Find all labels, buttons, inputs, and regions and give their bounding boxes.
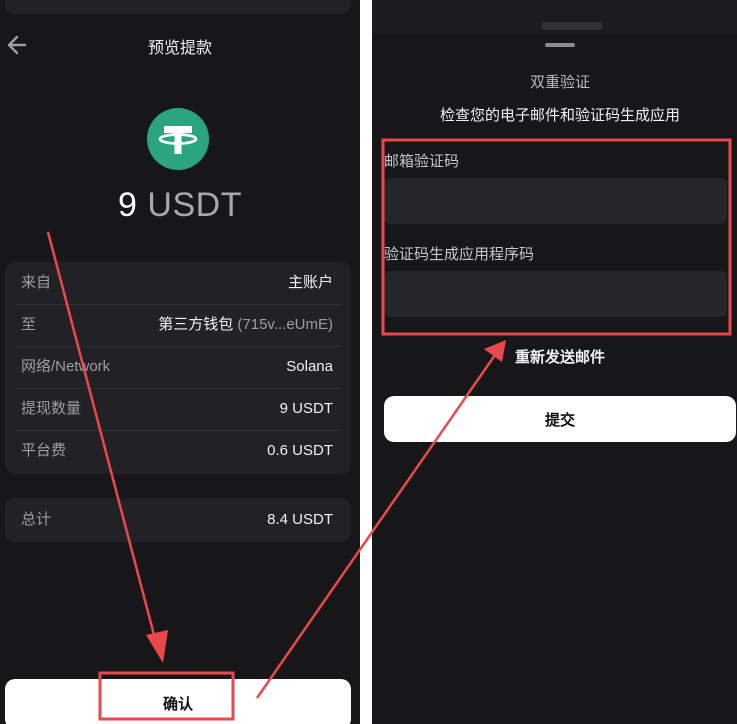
tether-icon	[147, 108, 209, 170]
detail-value: 主账户	[287, 274, 333, 291]
submit-button-label: 提交	[544, 412, 575, 429]
page-title: 预览提款	[147, 40, 212, 57]
total-value: 8.4 USDT	[267, 511, 333, 528]
total-card: 总计 8.4 USDT	[5, 498, 351, 542]
detail-row-quantity: 提现数量 9 USDT	[21, 388, 333, 430]
panel-divider	[360, 0, 372, 724]
total-label: 总计	[21, 511, 52, 528]
detail-row-network: 网络/Network Solana	[21, 346, 333, 388]
confirm-button[interactable]: 确认	[5, 679, 351, 724]
detail-row-total: 总计 8.4 USDT	[21, 499, 333, 541]
auth-code-label: 验证码生成应用程序码	[384, 246, 535, 263]
sheet-drag-handle[interactable]	[545, 43, 575, 47]
detail-row-fee: 平台费 0.6 USDT	[21, 430, 333, 472]
email-code-input[interactable]	[384, 178, 727, 224]
email-code-label: 邮箱验证码	[384, 153, 460, 170]
destination-address: (715v...eUmE)	[237, 316, 333, 333]
detail-row-from: 来自 主账户	[21, 262, 333, 304]
amount-value: 9	[118, 186, 138, 224]
detail-label: 提现数量	[21, 400, 82, 417]
detail-value: 0.6 USDT	[267, 442, 333, 459]
previous-card-fragment	[5, 0, 351, 14]
detail-label: 来自	[21, 274, 52, 291]
blurred-header-text	[542, 22, 602, 30]
submit-button[interactable]: 提交	[384, 396, 736, 442]
detail-label: 至	[21, 316, 37, 333]
resend-email-link[interactable]: 重新发送邮件	[372, 346, 737, 367]
destination-wallet: 第三方钱包	[158, 316, 234, 333]
detail-row-to: 至 第三方钱包 (715v...eUmE)	[21, 304, 333, 346]
amount-currency: USDT	[147, 186, 242, 224]
two-factor-screen: 双重验证 检查您的电子邮件和验证码生成应用 邮箱验证码 验证码生成应用程序码 重…	[372, 0, 737, 724]
detail-label: 平台费	[21, 442, 67, 459]
withdraw-amount: 9 USDT	[0, 186, 360, 225]
detail-value: Solana	[286, 358, 333, 375]
detail-label: 网络/Network	[21, 358, 111, 375]
detail-value: 9 USDT	[279, 400, 333, 417]
auth-code-input[interactable]	[384, 271, 727, 317]
confirm-button-label: 确认	[162, 696, 193, 713]
detail-value: 第三方钱包 (715v...eUmE)	[158, 304, 333, 346]
withdraw-preview-screen: 预览提款 9 USDT 来自 主账户 至 第三方钱包 (715v...eUmE)…	[0, 0, 360, 724]
sheet-title: 双重验证	[529, 74, 590, 91]
sheet-subtitle: 检查您的电子邮件和验证码生成应用	[439, 107, 680, 124]
details-card: 来自 主账户 至 第三方钱包 (715v...eUmE) 网络/Network …	[5, 262, 351, 474]
